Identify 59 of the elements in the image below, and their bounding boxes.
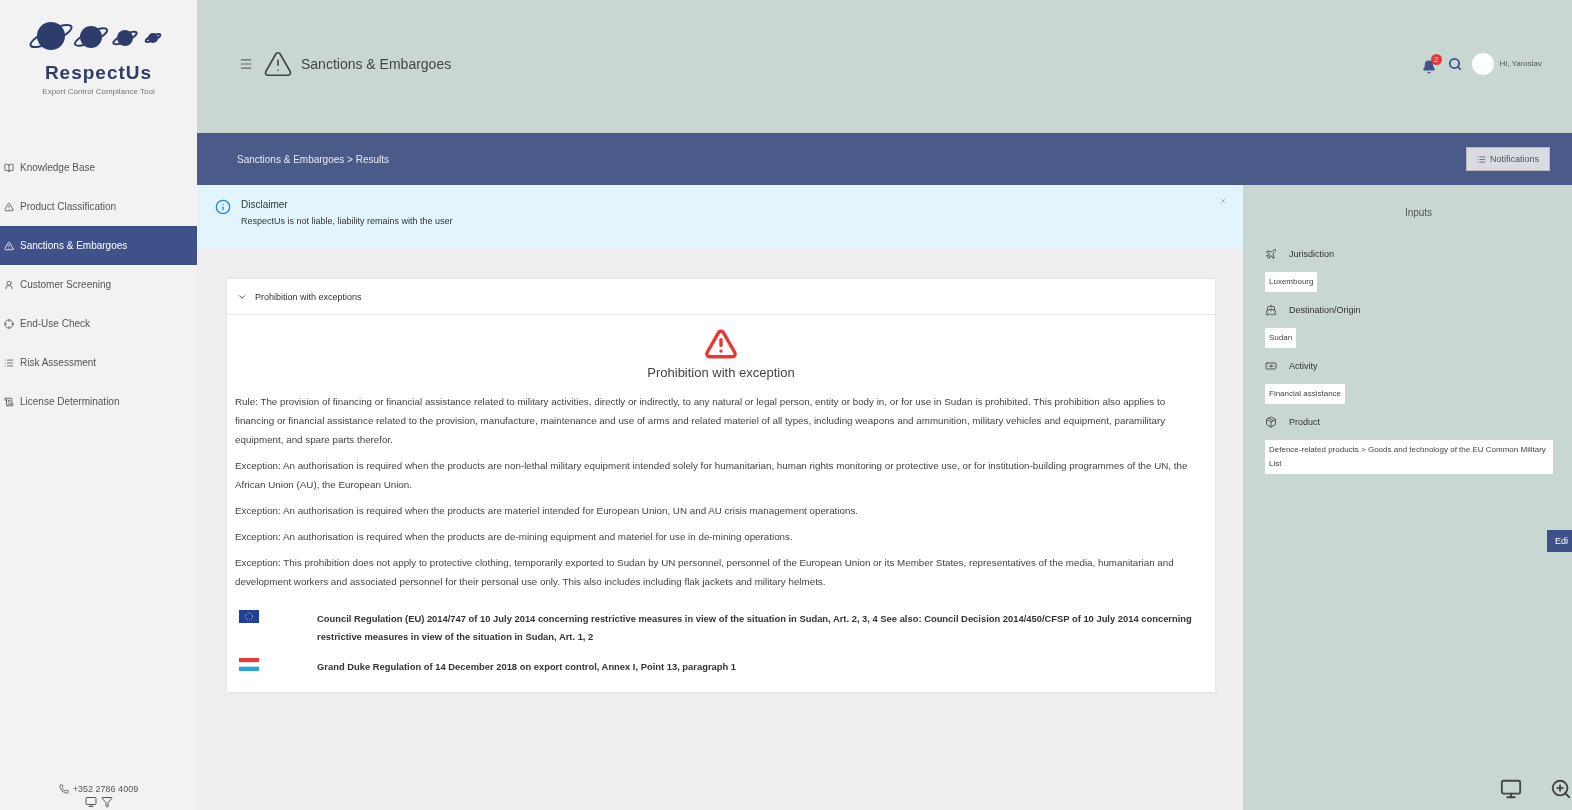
sidebar-item[interactable]: Sanctions & Embargoes — [0, 226, 197, 265]
input-label: Destination/Origin — [1289, 305, 1361, 315]
field-icon — [1265, 416, 1277, 428]
monitor-icon[interactable] — [1500, 778, 1522, 800]
result-paragraph: Exception: This prohibition does not apply to protective clothing, temporarily exported to Sudan by UN personnel, personnel of the European Union or its Member States, representatives of the media, humanitarian and development workers and associated personnel for their personal use only. This also includes including flak jackets and military helmets. — [235, 556, 1175, 589]
sidebar-item[interactable]: Risk Assessment — [0, 343, 197, 382]
list-icon — [1476, 154, 1486, 164]
search-icon[interactable] — [1447, 56, 1462, 71]
section-header[interactable]: Prohibition with exceptions — [227, 279, 1215, 315]
info-icon — [215, 199, 231, 215]
nav-icon — [4, 201, 14, 212]
inputs-title: Inputs — [1403, 207, 1434, 218]
field-icon — [1265, 360, 1277, 372]
brand-tagline: Export Control Compliance Tool — [42, 87, 155, 96]
user-greeting[interactable]: Hi, Yaroslav — [1499, 59, 1542, 68]
result-paragraph: Rule: The provision of financing or financial assistance related to military activities, directly or indirectly, to any natural or legal person, entity or body in, or for use in Sudan is prohibited. This prohibition also applies to financing or financial assistance related to the provision, manufacture, maintenance and use of arms and related materiel of all types, including weapons and ammunition, military vehicles and equipment, paramilitary equipment, and spare parts therefor. — [235, 395, 1167, 447]
sidebar-item[interactable]: License Determination — [0, 382, 197, 421]
field-icon — [1265, 248, 1277, 260]
nav-icon — [4, 240, 14, 251]
edit-button[interactable]: Edi — [1547, 530, 1572, 552]
phone-number: +352 2786 4009 — [72, 784, 139, 794]
nav-icon — [4, 162, 14, 173]
sidebar-item[interactable]: End-Use Check — [0, 304, 197, 343]
notifications-button[interactable]: Notifications — [1465, 147, 1550, 171]
legal-reference: Grand Duke Regulation of 14 December 2018 on export control, Annex I, Point 13, paragraph 1 — [317, 660, 737, 674]
field-icon — [1265, 304, 1277, 316]
nav-icon — [4, 318, 14, 329]
bell-icon[interactable] — [1421, 59, 1436, 74]
luxembourg-flag-icon — [239, 658, 259, 671]
result-heading: Prohibition with exception — [646, 365, 796, 380]
legal-reference: Council Regulation (EU) 2014/747 of 10 July 2014 concerning restrictive measures in view of the situation in Sudan, Art. 2, 3, 4 See also: Council Decision 2014/450/CFSP of 10 July 2014 concerning restrictive measures in view of the situation in Sudan, Art. 1, 2 — [317, 612, 1193, 644]
sidebar-item[interactable]: Knowledge Base — [0, 148, 197, 187]
input-value: Luxembourg — [1265, 272, 1318, 292]
disclaimer-title: Disclaimer — [241, 199, 289, 210]
brand-name: RespectUs — [44, 62, 153, 84]
input-label: Activity — [1289, 361, 1318, 371]
result-paragraph: Exception: An authorisation is required when the products are de-mining equipment and materiel for use in de-mining operations. — [235, 530, 794, 544]
menu-icon[interactable] — [239, 56, 253, 71]
nav-icon — [4, 279, 14, 290]
input-value: Defence-related products > Goods and technology of the EU Common Military List — [1265, 440, 1553, 474]
result-paragraph: Exception: An authorisation is required when the products are materiel intended for European Union, UN and AU crisis management operations. — [235, 504, 859, 518]
monitor-icon[interactable] — [84, 796, 97, 808]
result-paragraph: Exception: An authorisation is required when the products are non-lethal military equipment intended solely for humanitarian, human rights monitoring or protective use, or for institution-building programmes of the UN, the African Union (AU), the European Union. — [235, 459, 1189, 492]
eu-flag-icon — [239, 610, 259, 623]
nav-icon — [4, 357, 14, 368]
disclaimer-text: RespectUs is not liable, liability remains with the user — [241, 216, 453, 226]
sidebar-item[interactable]: Customer Screening — [0, 265, 197, 304]
input-label: Jurisdiction — [1289, 249, 1335, 259]
phone-icon — [58, 784, 69, 794]
filter-icon[interactable] — [100, 796, 113, 808]
nav-icon — [4, 396, 14, 407]
page-title: Sanctions & Embargoes — [301, 55, 452, 72]
input-label: Product — [1289, 417, 1321, 427]
zoom-icon[interactable] — [1550, 778, 1572, 800]
sidebar-item[interactable]: Product Classification — [0, 187, 197, 226]
warning-icon — [704, 327, 738, 361]
input-value: Financial assistance — [1265, 384, 1346, 404]
breadcrumb: Sanctions & Embargoes > Results — [237, 153, 390, 165]
input-value: Sudan — [1265, 328, 1297, 348]
